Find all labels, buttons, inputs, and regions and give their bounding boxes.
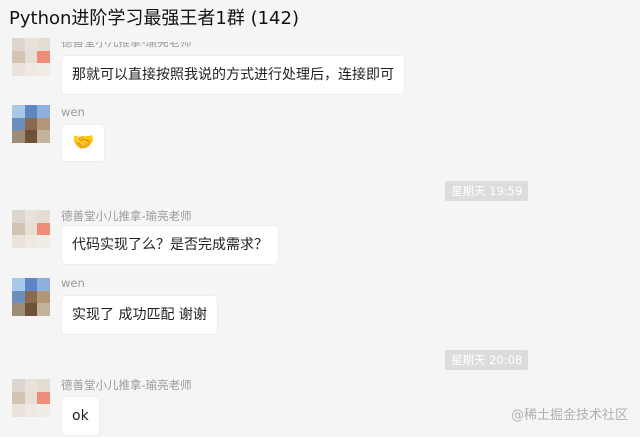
chat-title: Python进阶学习最强王者1群 (142): [9, 8, 299, 29]
avatar[interactable]: [12, 210, 50, 248]
sender-name: 德善堂小儿推拿-瑜亮老师: [61, 378, 192, 392]
message-bubble[interactable]: 🤝: [62, 125, 105, 161]
message-bubble[interactable]: 代码实现了么？是否完成需求？: [62, 226, 278, 264]
timestamp: 星期天 20:08: [445, 350, 529, 370]
sender-name: 德善堂小儿推拿-瑜亮老师: [61, 209, 192, 223]
sender-name: 德善堂小儿推拿-瑜亮老师: [61, 36, 192, 49]
timestamp: 星期天 19:59: [445, 181, 529, 201]
message-bubble[interactable]: 实现了 成功匹配 谢谢: [62, 296, 217, 334]
sender-name: wen: [61, 276, 85, 290]
message-bubble[interactable]: ok: [62, 397, 99, 435]
avatar[interactable]: [12, 278, 50, 316]
chat-title-bar: Python进阶学习最强王者1群 (142): [0, 0, 640, 36]
avatar[interactable]: [12, 379, 50, 417]
message-bubble[interactable]: 那就可以直接按照我说的方式进行处理后，连接即可: [62, 56, 404, 94]
avatar[interactable]: [12, 38, 50, 76]
watermark: @稀土掘金技术社区: [510, 408, 628, 423]
message-list[interactable]: 德善堂小儿推拿-瑜亮老师 那就可以直接按照我说的方式进行处理后，连接即可 wen…: [0, 36, 640, 437]
avatar[interactable]: [12, 105, 50, 143]
sender-name: wen: [61, 105, 85, 119]
